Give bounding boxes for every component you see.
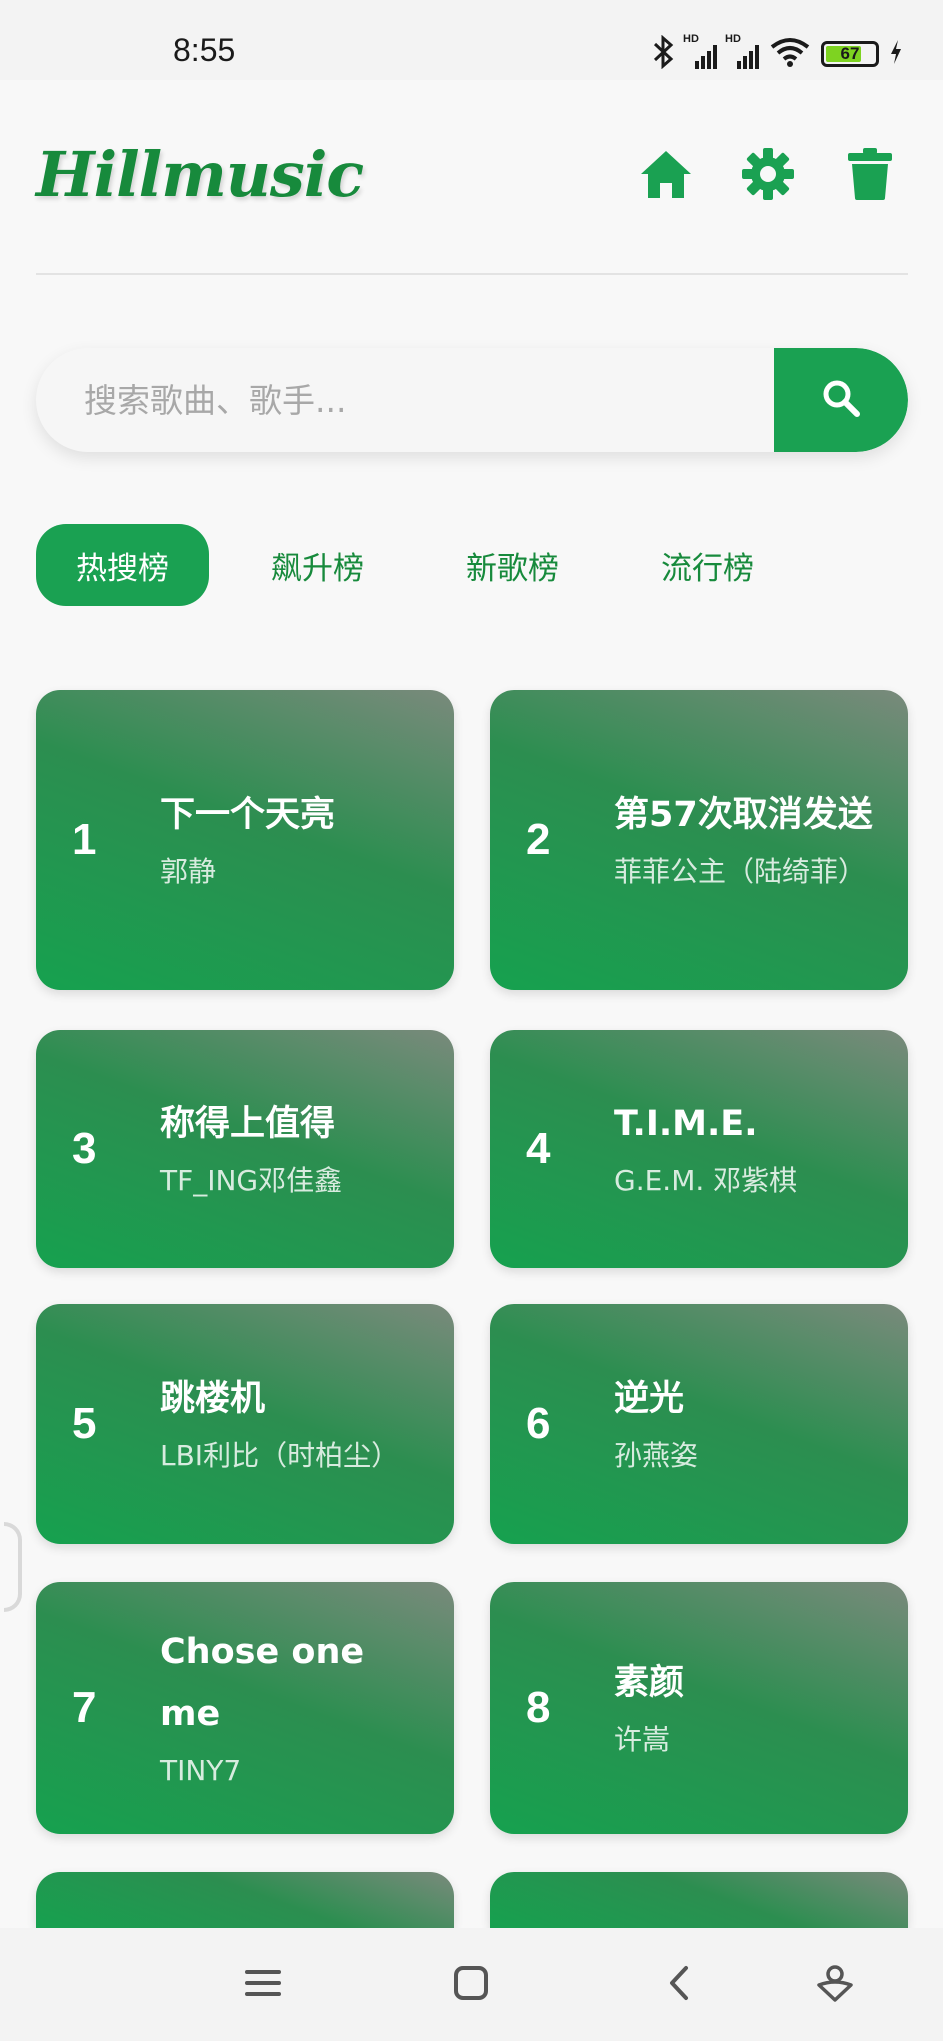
song-rank: 6 <box>526 1399 551 1448</box>
song-title: 称得上值得 <box>160 1104 336 1144</box>
bluetooth-icon <box>651 34 675 73</box>
song-title: 素颜 <box>614 1663 685 1703</box>
song-title: Chose one me <box>160 1632 365 1734</box>
song-card[interactable]: 3 称得上值得 TF_ING邓佳鑫 <box>36 1030 454 1268</box>
song-rank: 5 <box>72 1399 97 1448</box>
song-artist: LBI利比（时柏尘） <box>160 1439 400 1472</box>
tab-popular[interactable]: 流行榜 <box>621 524 794 606</box>
song-title: T.I.M.E. <box>614 1104 758 1144</box>
song-artist: TINY7 <box>160 1754 242 1787</box>
search-button[interactable] <box>774 348 908 452</box>
song-card-partial[interactable] <box>36 1872 454 1928</box>
battery-percent: 67 <box>840 44 860 63</box>
song-title: 第57次取消发送 <box>614 795 873 835</box>
song-artist: 郭静 <box>160 855 217 888</box>
tab-hot-search[interactable]: 热搜榜 <box>36 524 209 606</box>
assistant-icon[interactable] <box>810 1958 860 2008</box>
header-divider <box>36 273 908 275</box>
edge-gesture-handle[interactable] <box>4 1522 22 1612</box>
tab-new-songs[interactable]: 新歌榜 <box>426 524 599 606</box>
song-rank: 3 <box>72 1124 97 1173</box>
back-icon[interactable] <box>654 1958 704 2008</box>
song-card[interactable]: 5 跳楼机 LBI利比（时柏尘） <box>36 1304 454 1544</box>
song-rank: 7 <box>72 1683 97 1732</box>
signal-hd-label: HD <box>683 33 699 45</box>
chart-tabs: 热搜榜 飙升榜 新歌榜 流行榜 <box>36 524 816 606</box>
signal-hd-label-2: HD <box>725 33 741 45</box>
menu-icon[interactable] <box>238 1958 288 2008</box>
charging-icon <box>889 39 903 69</box>
song-rank: 8 <box>526 1683 551 1732</box>
signal-icon-2: HD <box>725 33 759 69</box>
header-actions <box>638 146 898 202</box>
song-card-partial[interactable] <box>490 1872 908 1928</box>
wifi-icon <box>769 36 811 72</box>
song-card[interactable]: 6 逆光 孙燕姿 <box>490 1304 908 1544</box>
song-artist: TF_ING邓佳鑫 <box>160 1164 343 1197</box>
song-title: 跳楼机 <box>160 1379 266 1419</box>
gear-icon[interactable] <box>740 146 796 202</box>
song-rank: 1 <box>72 815 97 864</box>
status-time: 8:55 <box>173 32 236 68</box>
signal-icon: HD <box>683 33 717 69</box>
song-artist: 孙燕姿 <box>614 1439 699 1472</box>
battery-icon: 67 <box>821 41 879 67</box>
song-title: 下一个天亮 <box>160 795 336 835</box>
home-icon[interactable] <box>638 146 694 202</box>
status-icons: HD HD 67 <box>651 33 903 74</box>
trash-icon[interactable] <box>842 146 898 202</box>
app-logo: Hillmusic <box>36 138 364 211</box>
song-artist: 菲菲公主（陆绮菲） <box>614 855 867 888</box>
song-title: 逆光 <box>614 1379 685 1419</box>
app-header: Hillmusic <box>36 124 908 234</box>
song-rank: 2 <box>526 815 551 864</box>
status-bar: 8:55 HD HD 67 <box>0 0 943 80</box>
song-card[interactable]: 1 下一个天亮 郭静 <box>36 690 454 990</box>
tab-rising[interactable]: 飙升榜 <box>231 524 404 606</box>
song-artist: G.E.M. 邓紫棋 <box>614 1164 798 1197</box>
song-card[interactable]: 8 素颜 许嵩 <box>490 1582 908 1834</box>
search-bar <box>36 348 908 452</box>
search-input[interactable] <box>36 348 774 452</box>
system-nav-bar <box>0 1928 943 2041</box>
song-artist: 许嵩 <box>614 1723 671 1756</box>
song-card[interactable]: 4 T.I.M.E. G.E.M. 邓紫棋 <box>490 1030 908 1268</box>
search-icon <box>821 378 861 422</box>
song-card[interactable]: 2 第57次取消发送 菲菲公主（陆绮菲） <box>490 690 908 990</box>
song-card[interactable]: 7 Chose one me TINY7 <box>36 1582 454 1834</box>
home-square-icon[interactable] <box>446 1958 496 2008</box>
song-rank: 4 <box>526 1124 551 1173</box>
